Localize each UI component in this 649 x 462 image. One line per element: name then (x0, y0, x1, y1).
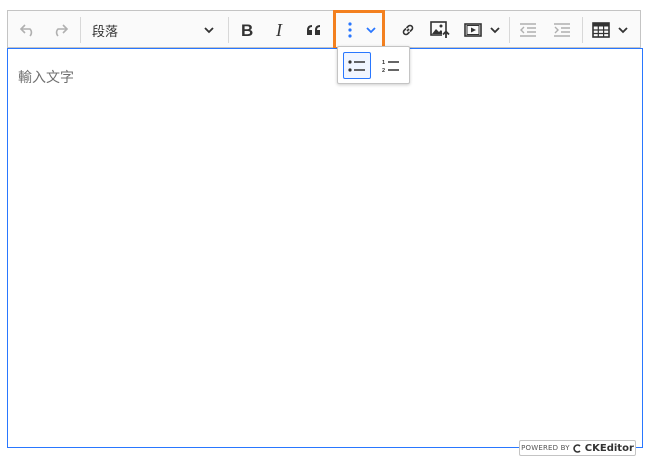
undo-icon (19, 24, 33, 37)
numbered-list-button[interactable]: 1 2 (377, 52, 405, 79)
chevron-down-icon (204, 26, 214, 33)
outdent-button[interactable] (514, 16, 542, 44)
ckeditor-brand-label: CKEditor (584, 442, 634, 454)
indent-icon (554, 23, 570, 37)
editor-toolbar: 段落 B I (7, 10, 641, 48)
list-dropdown-panel: 1 2 (337, 46, 410, 84)
editor-placeholder: 輸入文字 (18, 70, 74, 86)
italic-icon: I (275, 22, 283, 38)
link-button[interactable] (394, 16, 422, 44)
table-icon (592, 22, 610, 38)
bold-button[interactable]: B (233, 16, 261, 44)
indent-button[interactable] (548, 16, 576, 44)
blockquote-button[interactable] (300, 16, 328, 44)
svg-text:1: 1 (382, 60, 385, 66)
toolbar-separator (80, 17, 81, 43)
image-upload-button[interactable] (426, 16, 454, 44)
list-button-highlight (333, 10, 385, 50)
svg-text:I: I (275, 22, 283, 38)
powered-by-label: POWERED BY (521, 444, 570, 452)
quote-icon (307, 25, 320, 35)
media-embed-button[interactable] (460, 16, 504, 44)
rich-text-editor: 段落 B I 1 2 輸入文字 (7, 10, 643, 450)
bulleted-list-button[interactable] (343, 52, 371, 79)
toolbar-separator (582, 17, 583, 43)
chevron-down-icon (490, 26, 500, 33)
toolbar-separator (228, 17, 229, 43)
undo-button[interactable] (14, 16, 42, 44)
outdent-icon (520, 23, 536, 37)
numbered-list-icon: 1 2 (382, 60, 399, 73)
media-icon (464, 23, 482, 37)
powered-by-ckeditor-badge[interactable]: POWERED BY CKEditor (519, 440, 636, 456)
heading-dropdown-label: 段落 (92, 24, 119, 40)
ckeditor-logo-icon (573, 443, 581, 453)
bold-icon: B (241, 22, 253, 38)
redo-icon (55, 24, 69, 37)
redo-button[interactable] (46, 16, 74, 44)
image-upload-icon (430, 21, 450, 39)
link-icon (402, 24, 414, 36)
editor-content-area[interactable]: 輸入文字 (7, 48, 643, 448)
italic-button[interactable]: I (267, 16, 295, 44)
table-button[interactable] (588, 16, 632, 44)
svg-text:B: B (241, 22, 253, 38)
bulleted-list-icon (348, 59, 365, 72)
chevron-down-icon (618, 26, 628, 33)
svg-text:2: 2 (382, 68, 385, 73)
heading-dropdown[interactable]: 段落 (84, 16, 222, 44)
toolbar-separator (509, 17, 510, 43)
